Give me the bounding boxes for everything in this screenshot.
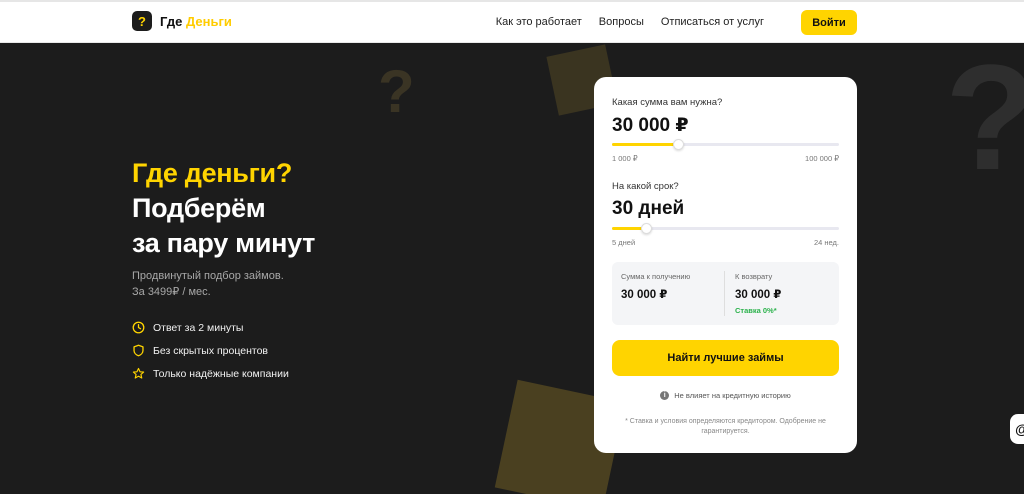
amount-label: Какая сумма вам нужна? (612, 97, 723, 108)
logo[interactable]: ? Где Деньги (132, 11, 232, 31)
find-loans-button[interactable]: Найти лучшие займы (612, 340, 839, 376)
return-summary: К возврату 30 000 ₽ Ставка 0%* (735, 272, 781, 315)
summary-divider (724, 271, 725, 316)
site-header: ? Где Деньги Как это работает Вопросы От… (0, 2, 1024, 43)
amount-value: 30 000 ₽ (612, 115, 689, 136)
nav-how-it-works[interactable]: Как это работает (496, 16, 582, 28)
rate-text: Ставка 0%* (735, 306, 777, 315)
term-range: 5 дней 24 нед. (612, 238, 839, 247)
amount-slider-thumb[interactable] (672, 139, 684, 150)
logo-text: Где Деньги (160, 14, 232, 29)
receive-label: Сумма к получению (621, 272, 691, 281)
disclaimer-text: * Ставка и условия определяются кредитор… (625, 418, 826, 435)
hero-title: Где деньги? Подберём за пару минут (132, 156, 315, 261)
term-value: 30 дней (612, 198, 685, 219)
amount-min: 1 000 ₽ (612, 154, 638, 163)
loan-calculator-card: Какая сумма вам нужна? 30 000 ₽ 1 000 ₽ … (594, 77, 857, 453)
amount-range: 1 000 ₽ 100 000 ₽ (612, 154, 839, 163)
logo-word-2: Деньги (185, 13, 232, 29)
feature-item: Ответ за 2 минуты (132, 316, 289, 339)
star-icon (132, 367, 145, 379)
term-label: На какой срок? (612, 181, 679, 192)
logo-word-1: Где (160, 13, 183, 29)
main-nav: Как это работает Вопросы Отписаться от у… (496, 16, 764, 28)
hero-subtitle: Продвинутый подбор займов. За 3499₽ / ме… (132, 268, 352, 300)
at-icon[interactable]: @ (1010, 414, 1024, 444)
shield-icon (133, 344, 144, 357)
amount-slider[interactable] (612, 139, 839, 150)
logo-mark-icon: ? (132, 11, 152, 31)
feature-item: Только надёжные компании (132, 362, 289, 385)
term-min: 5 дней (612, 238, 636, 247)
hero-title-line-1: Где деньги? (132, 158, 293, 188)
amount-slider-fill (612, 143, 678, 146)
credit-history-notice: i Не влияет на кредитную историю (594, 391, 857, 400)
feature-item: Без скрытых процентов (132, 339, 289, 362)
receive-summary: Сумма к получению 30 000 ₽ (621, 272, 690, 301)
feature-label: Ответ за 2 минуты (153, 321, 244, 334)
hero-title-line-3: за пару минут (132, 228, 316, 258)
hero-title-line-2: Подберём (132, 193, 266, 223)
feature-label: Без скрытых процентов (153, 344, 268, 357)
nav-faq[interactable]: Вопросы (599, 16, 644, 28)
hero-subtitle-line-1: Продвинутый подбор займов. (132, 270, 284, 282)
notice-text: Не влияет на кредитную историю (674, 391, 791, 400)
term-slider-thumb[interactable] (641, 223, 653, 234)
clock-icon (132, 321, 145, 334)
decor-question-mark-icon: ? (378, 58, 415, 125)
receive-value: 30 000 ₽ (621, 289, 668, 301)
feature-list: Ответ за 2 минуты Без скрытых процентов … (132, 316, 289, 385)
amount-max: 100 000 ₽ (805, 154, 839, 163)
hero-subtitle-line-2: За 3499₽ / мес. (132, 286, 211, 298)
nav-unsubscribe[interactable]: Отписаться от услуг (661, 16, 764, 28)
feature-label: Только надёжные компании (153, 367, 289, 380)
return-label: К возврату (735, 272, 773, 281)
term-slider[interactable] (612, 223, 839, 234)
term-max: 24 нед. (813, 238, 839, 247)
return-value: 30 000 ₽ (735, 289, 782, 301)
login-button[interactable]: Войти (801, 10, 857, 35)
loan-summary: Сумма к получению 30 000 ₽ К возврату 30… (612, 262, 839, 325)
decor-question-mark-large-icon: ? (945, 42, 1024, 192)
info-icon: i (660, 391, 670, 400)
